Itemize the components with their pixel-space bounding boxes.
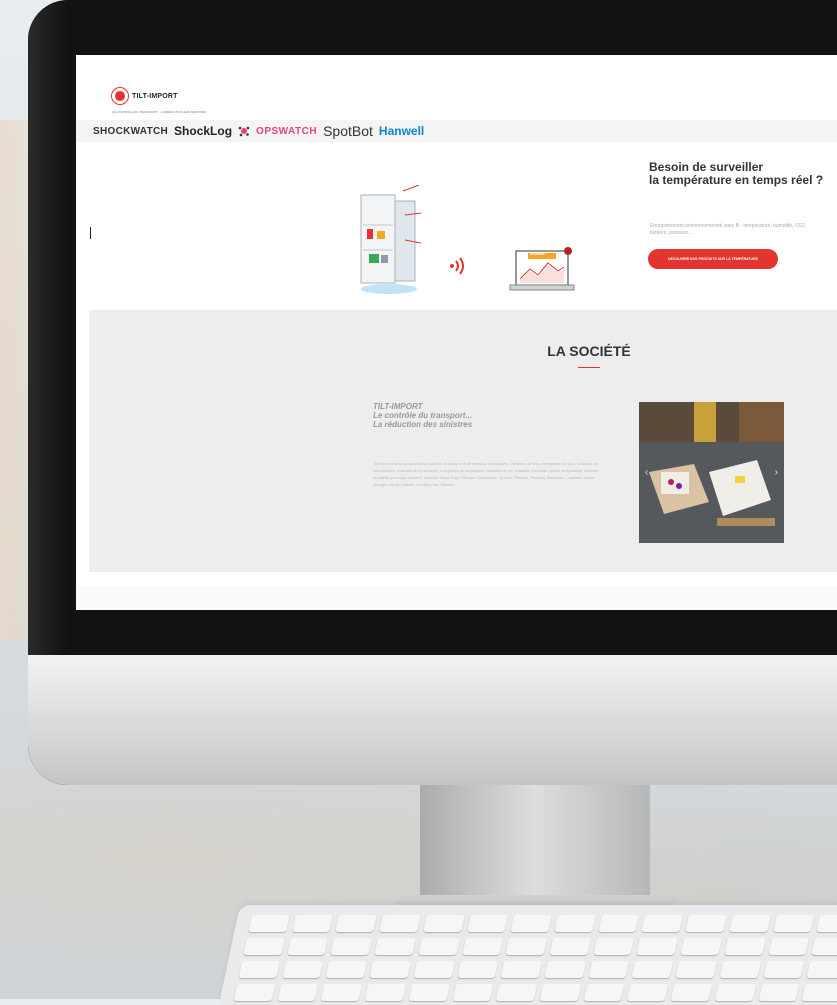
key <box>335 915 378 932</box>
key <box>806 961 837 978</box>
key <box>510 915 552 932</box>
key <box>500 961 543 978</box>
company-heading-line2: Le contrôle du transport... <box>373 411 473 420</box>
open-fridge-illustration <box>360 185 421 294</box>
key <box>724 938 766 955</box>
key <box>408 984 450 1001</box>
key <box>675 961 717 978</box>
page-footer-space <box>76 585 837 610</box>
key <box>758 984 800 1001</box>
title-underline <box>578 367 600 368</box>
key <box>291 915 334 932</box>
key <box>325 961 368 978</box>
site-header: TILT-IMPORT LE CONTRÔLE DU TRANSPORT... … <box>76 55 837 120</box>
key <box>461 938 504 955</box>
logo-icon <box>112 88 128 104</box>
key <box>680 938 722 955</box>
site-logo-link[interactable]: TILT-IMPORT <box>112 88 178 104</box>
company-heading-line1: TILT-IMPORT <box>373 402 423 411</box>
key <box>243 938 285 955</box>
brand-shockwatch[interactable]: SHOCKWATCH <box>93 126 168 137</box>
key <box>588 961 630 978</box>
key <box>544 961 586 978</box>
hero-description: Enregistrement environnemental sans fil … <box>650 223 807 236</box>
brand-spotbot[interactable]: SpotBot <box>323 123 373 139</box>
key <box>287 938 329 955</box>
keyboard-keys <box>233 915 837 1001</box>
key <box>627 984 669 1001</box>
key <box>583 984 625 1001</box>
key <box>248 915 290 932</box>
company-description: Tilt Import propose des produits de cont… <box>373 462 599 487</box>
company-heading-line3: La réduction des sinistres <box>373 420 473 429</box>
discover-temperature-products-button[interactable]: DÉCOUVRIR NOS PRODUITS SUR LA TEMPÉRATUR… <box>648 249 778 269</box>
key <box>729 915 771 932</box>
key <box>719 961 761 978</box>
key <box>772 915 815 932</box>
hero-title-line2: la température en temps réel ? <box>649 173 824 187</box>
key <box>413 961 455 978</box>
key <box>801 984 837 1001</box>
key <box>277 984 319 1001</box>
key <box>330 938 373 955</box>
warehouse-photo-slider[interactable]: ‹ › <box>639 402 784 543</box>
key <box>714 984 756 1001</box>
key <box>597 915 640 932</box>
key <box>495 984 538 1001</box>
keyboard <box>218 905 837 1005</box>
key <box>539 984 581 1001</box>
warning-label: WARNING ! <box>530 252 547 256</box>
key <box>233 984 275 1001</box>
key <box>767 938 810 955</box>
logo-name: TILT-IMPORT <box>132 92 178 100</box>
company-heading: TILT-IMPORT Le contrôle du transport... … <box>373 402 473 430</box>
key <box>670 984 713 1001</box>
key <box>816 915 837 932</box>
text-cursor <box>90 227 91 239</box>
key <box>763 961 805 978</box>
wireless-signal-icon <box>450 257 464 275</box>
website-screen: TILT-IMPORT LE CONTRÔLE DU TRANSPORT... … <box>76 55 837 610</box>
brand-hanwell[interactable]: Hanwell <box>379 124 424 138</box>
key <box>321 984 363 1001</box>
key <box>641 915 684 932</box>
monitor-stand <box>420 785 650 905</box>
key <box>374 938 416 955</box>
key <box>379 915 421 932</box>
warehouse-photo <box>639 402 784 543</box>
monitor-chin <box>28 655 837 785</box>
key <box>636 938 679 955</box>
brand-bar: SHOCKWATCH ShockLog OPSWATCH SpotBot Han… <box>76 120 837 142</box>
societe-title-block: LA SOCIÉTÉ <box>459 343 719 368</box>
key <box>554 915 596 932</box>
key <box>418 938 460 955</box>
section-title: LA SOCIÉTÉ <box>547 343 631 359</box>
key <box>238 961 280 978</box>
key <box>466 915 509 932</box>
key <box>423 915 465 932</box>
societe-section: LA SOCIÉTÉ TILT-IMPORT Le contrôle du tr… <box>89 310 837 572</box>
slider-prev-icon[interactable]: ‹ <box>645 467 648 478</box>
brand-opswatch[interactable]: OPSWATCH <box>256 126 317 137</box>
hero-title: Besoin de surveiller la température en t… <box>649 161 837 187</box>
key <box>282 961 324 978</box>
key <box>369 961 411 978</box>
key <box>452 984 494 1001</box>
key <box>505 938 547 955</box>
logo-tagline: LE CONTRÔLE DU TRANSPORT... LA RÉDUCTION… <box>112 110 207 114</box>
key <box>593 938 635 955</box>
key <box>364 984 407 1001</box>
key <box>685 915 727 932</box>
key <box>549 938 591 955</box>
laptop-alert-illustration: WARNING ! <box>508 245 580 295</box>
slider-next-icon[interactable]: › <box>775 467 778 478</box>
key <box>631 961 674 978</box>
brand-shocklog[interactable]: ShockLog <box>174 124 232 138</box>
key <box>811 938 837 955</box>
key <box>457 961 499 978</box>
shocklog-burst-icon <box>238 126 250 137</box>
